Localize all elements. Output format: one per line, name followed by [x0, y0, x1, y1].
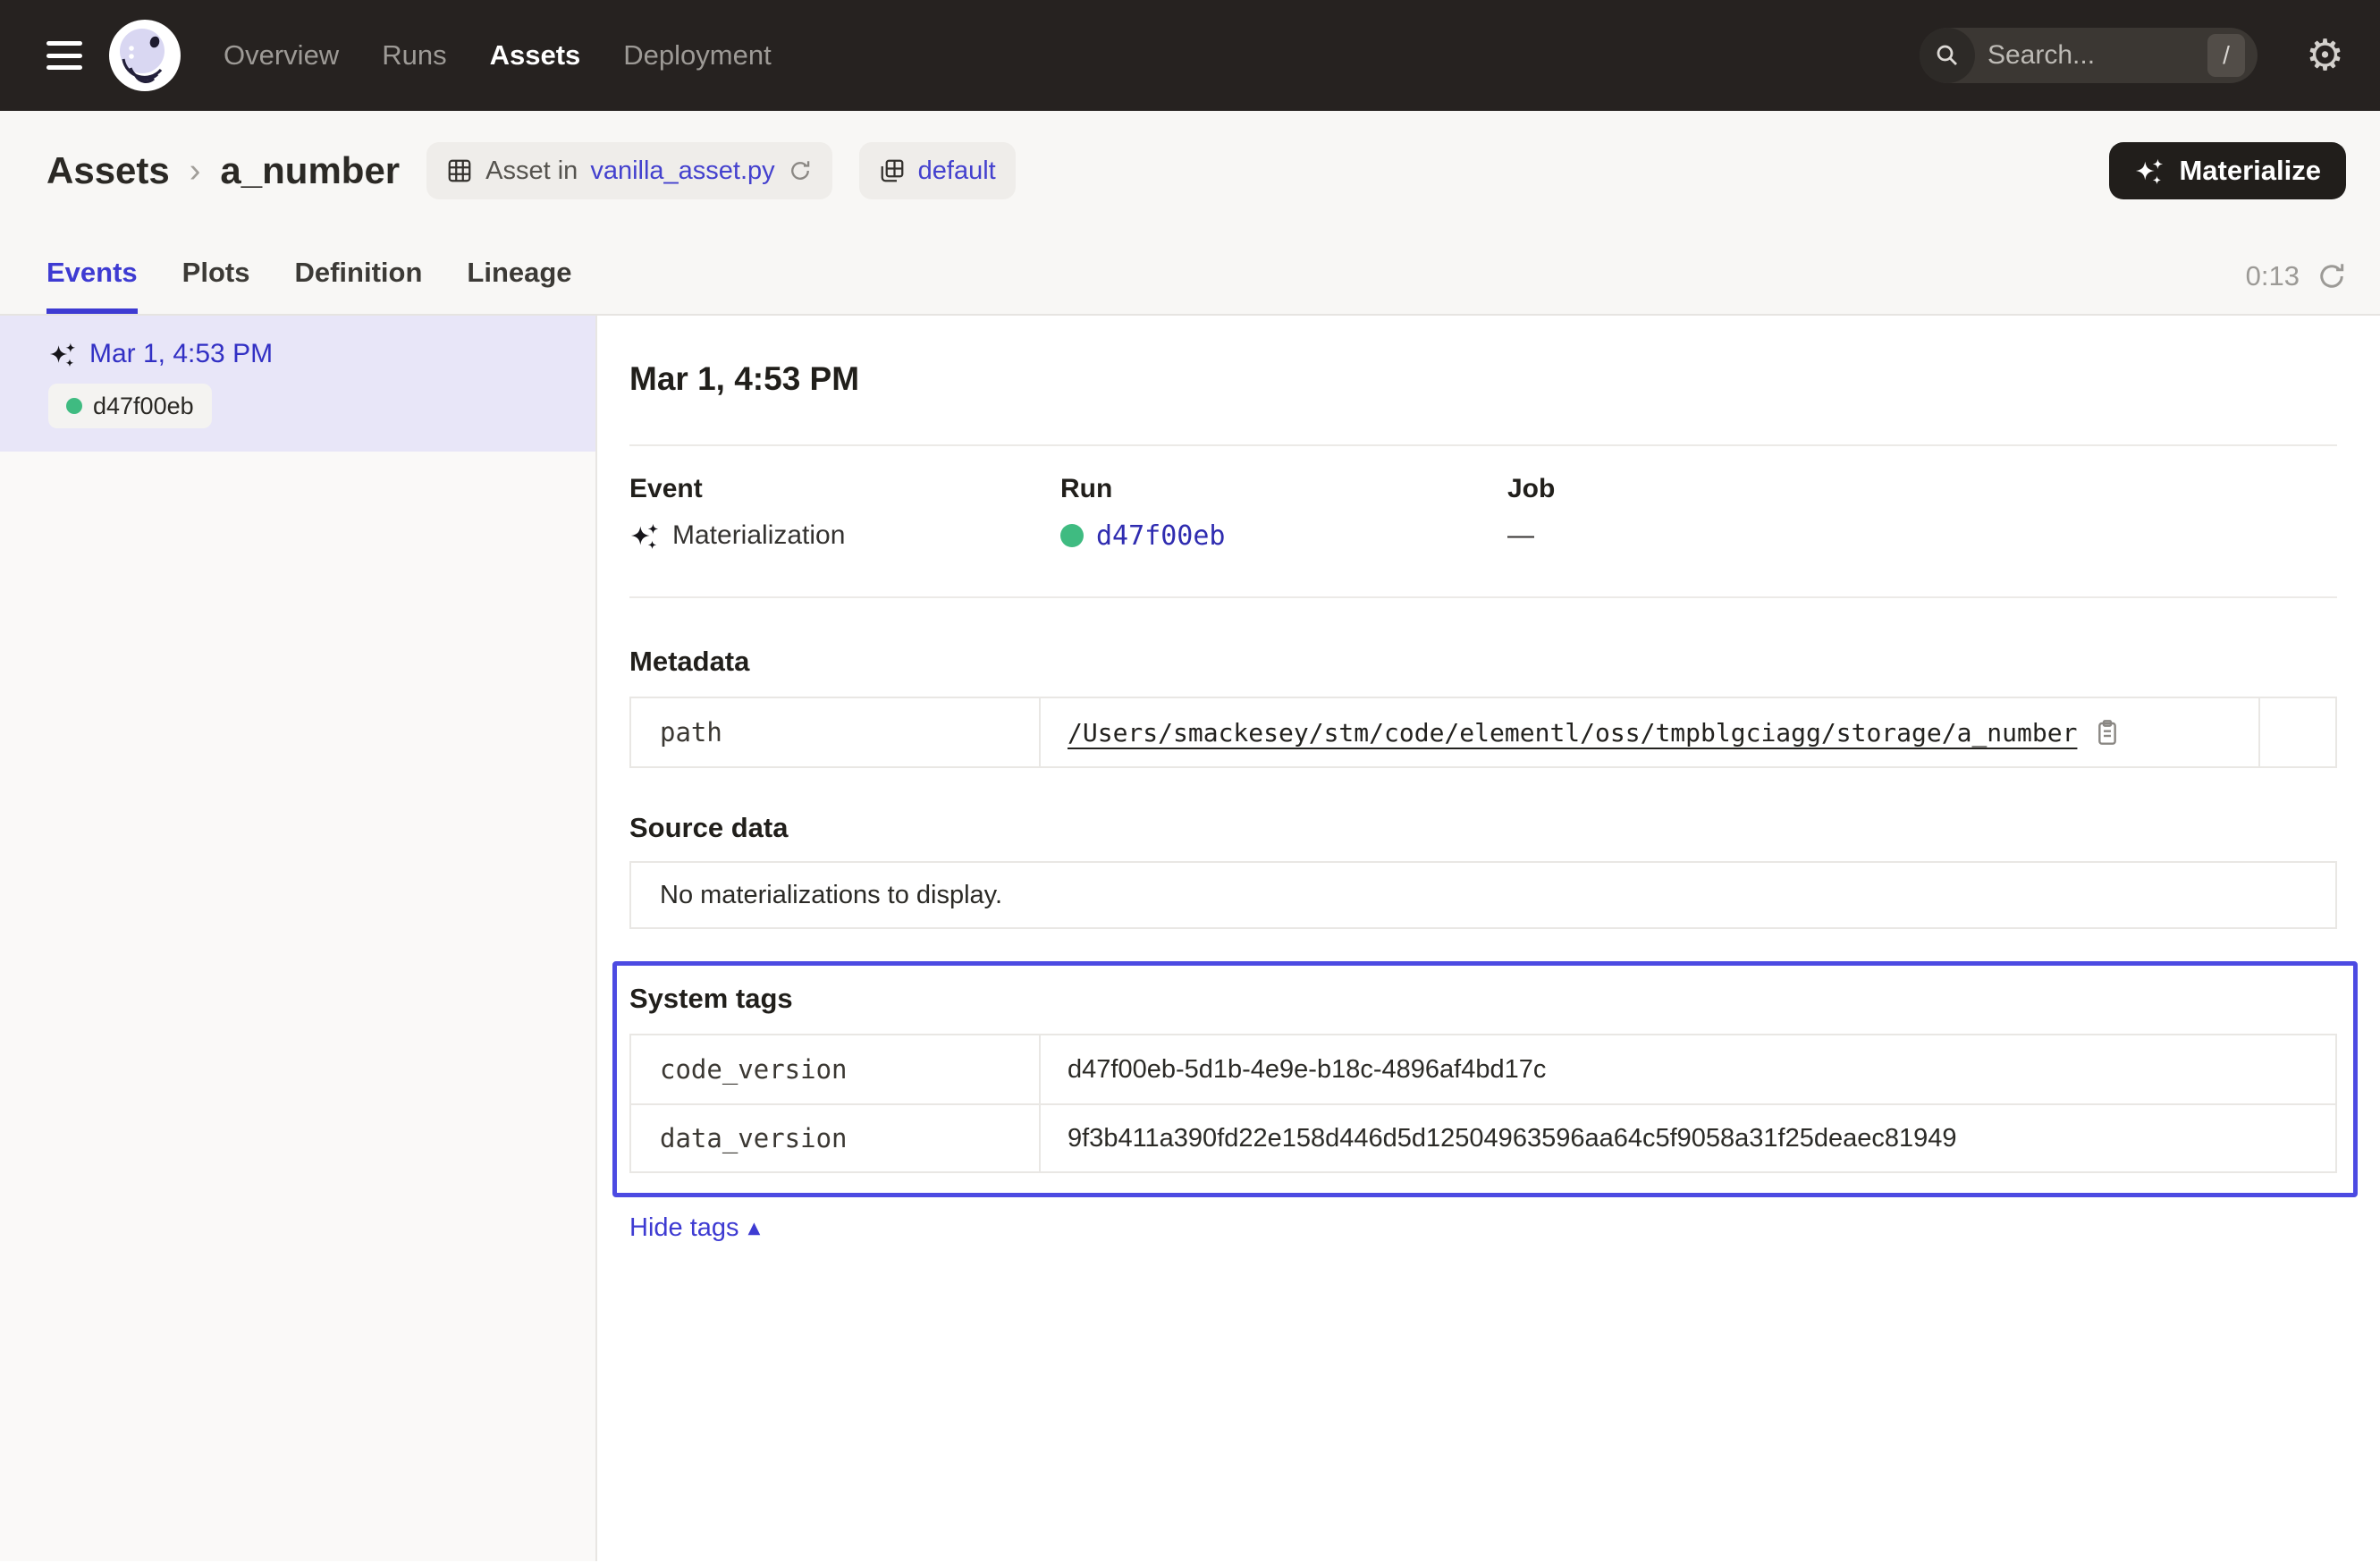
run-chip[interactable]: d47f00eb — [48, 384, 212, 428]
breadcrumb: Assets › a_number Asset in vanilla_asset… — [0, 111, 2380, 200]
system-tag-key: code_version — [631, 1035, 1041, 1103]
search-placeholder: Search... — [1988, 40, 2207, 71]
table-row: path /Users/smackesey/stm/code/elementl/… — [631, 698, 2335, 766]
tab-definition[interactable]: Definition — [294, 257, 422, 314]
job-column-label: Job — [1507, 473, 2337, 505]
nav-links: Overview Runs Assets Deployment — [224, 39, 772, 72]
table-row: data_version 9f3b411a390fd22e158d446d5d1… — [631, 1103, 2335, 1171]
nav-item-overview[interactable]: Overview — [224, 39, 339, 72]
run-id-link[interactable]: d47f00eb — [1096, 520, 1226, 552]
tab-plots[interactable]: Plots — [182, 257, 250, 314]
run-status-dot — [66, 398, 82, 414]
system-tags-heading: System tags — [629, 982, 2337, 1016]
event-summary-row: Event Materialization Run d47f00eb Job — — [629, 473, 2337, 555]
content: Mar 1, 4:53 PM d47f00eb Mar 1, 4:53 PM E… — [0, 316, 2380, 1561]
breadcrumb-separator: › — [190, 152, 201, 190]
metadata-table: path /Users/smackesey/stm/code/elementl/… — [629, 697, 2337, 768]
refresh-icon[interactable] — [2316, 260, 2348, 292]
materialize-button[interactable]: Materialize — [2109, 142, 2346, 199]
repo-default-link[interactable]: default — [918, 156, 996, 186]
event-list-item-selected[interactable]: Mar 1, 4:53 PM d47f00eb — [0, 316, 595, 452]
materialize-button-label: Materialize — [2179, 155, 2321, 187]
event-list-sidebar: Mar 1, 4:53 PM d47f00eb — [0, 316, 597, 1561]
materialization-sparkle-icon — [48, 340, 77, 368]
repo-location-badge[interactable]: default — [859, 142, 1016, 199]
reload-icon[interactable] — [788, 158, 813, 183]
nav-item-deployment[interactable]: Deployment — [623, 39, 771, 72]
metadata-path-link[interactable]: /Users/smackesey/stm/code/elementl/oss/t… — [1068, 718, 2077, 748]
system-tags-highlight-box: System tags code_version d47f00eb-5d1b-4… — [612, 961, 2358, 1197]
refresh-timer: 0:13 — [2246, 260, 2348, 314]
search-shortcut-key: / — [2207, 34, 2245, 77]
source-data-empty-state: No materializations to display. — [629, 861, 2337, 929]
gear-icon[interactable]: ⚙ — [2306, 34, 2344, 77]
caret-up-icon: ▲ — [748, 1221, 761, 1237]
refresh-timer-value: 0:13 — [2246, 260, 2300, 292]
system-tag-value: 9f3b411a390fd22e158d446d5d12504963596aa6… — [1068, 1124, 1957, 1153]
divider — [629, 444, 2337, 446]
asset-file-link[interactable]: vanilla_asset.py — [590, 156, 774, 186]
materialization-sparkle-icon — [629, 520, 660, 551]
table-row: code_version d47f00eb-5d1b-4e9e-b18c-489… — [631, 1035, 2335, 1103]
job-value: — — [1507, 520, 1534, 551]
hide-tags-link[interactable]: Hide tags ▲ — [629, 1213, 760, 1243]
hamburger-menu-icon[interactable] — [46, 41, 82, 70]
top-nav: Overview Runs Assets Deployment Search..… — [0, 0, 2380, 111]
divider — [629, 596, 2337, 598]
metadata-actions-cell — [2258, 698, 2335, 766]
run-chip-id: d47f00eb — [93, 393, 194, 420]
event-timestamp[interactable]: Mar 1, 4:53 PM — [89, 339, 273, 369]
tab-lineage[interactable]: Lineage — [467, 257, 571, 314]
event-detail-title: Mar 1, 4:53 PM — [629, 359, 2337, 400]
asset-badge-prefix: Asset in — [485, 156, 578, 186]
event-column-label: Event — [629, 473, 1060, 505]
metadata-key: path — [631, 698, 1041, 766]
metadata-heading: Metadata — [629, 645, 2337, 679]
system-tag-key: data_version — [631, 1105, 1041, 1171]
repo-stack-icon — [879, 157, 906, 184]
system-tags-table: code_version d47f00eb-5d1b-4e9e-b18c-489… — [629, 1034, 2337, 1173]
sparkle-icon — [2134, 156, 2165, 186]
event-detail-panel: Mar 1, 4:53 PM Event Materialization Run… — [597, 316, 2380, 1561]
asset-definition-badge[interactable]: Asset in vanilla_asset.py — [426, 142, 832, 199]
hide-tags-label: Hide tags — [629, 1213, 739, 1243]
asset-grid-icon — [446, 157, 473, 184]
event-type-value: Materialization — [672, 520, 845, 551]
dagster-logo-icon[interactable] — [109, 20, 181, 91]
run-status-dot — [1060, 524, 1084, 547]
system-tag-value: d47f00eb-5d1b-4e9e-b18c-4896af4bd17c — [1068, 1055, 1546, 1085]
tabs: Events Plots Definition Lineage 0:13 — [46, 257, 2348, 314]
source-data-empty-message: No materializations to display. — [660, 881, 1002, 910]
page-header: Assets › a_number Asset in vanilla_asset… — [0, 111, 2380, 316]
page-title: a_number — [220, 149, 400, 192]
nav-item-assets[interactable]: Assets — [490, 39, 581, 72]
nav-item-runs[interactable]: Runs — [382, 39, 446, 72]
search-input[interactable]: Search... / — [1920, 28, 2258, 83]
search-icon — [1920, 28, 1975, 83]
source-data-heading: Source data — [629, 811, 2337, 845]
copy-clipboard-icon[interactable] — [2093, 718, 2122, 747]
run-column-label: Run — [1060, 473, 1507, 505]
breadcrumb-assets-link[interactable]: Assets — [46, 149, 170, 192]
tab-events[interactable]: Events — [46, 257, 138, 314]
